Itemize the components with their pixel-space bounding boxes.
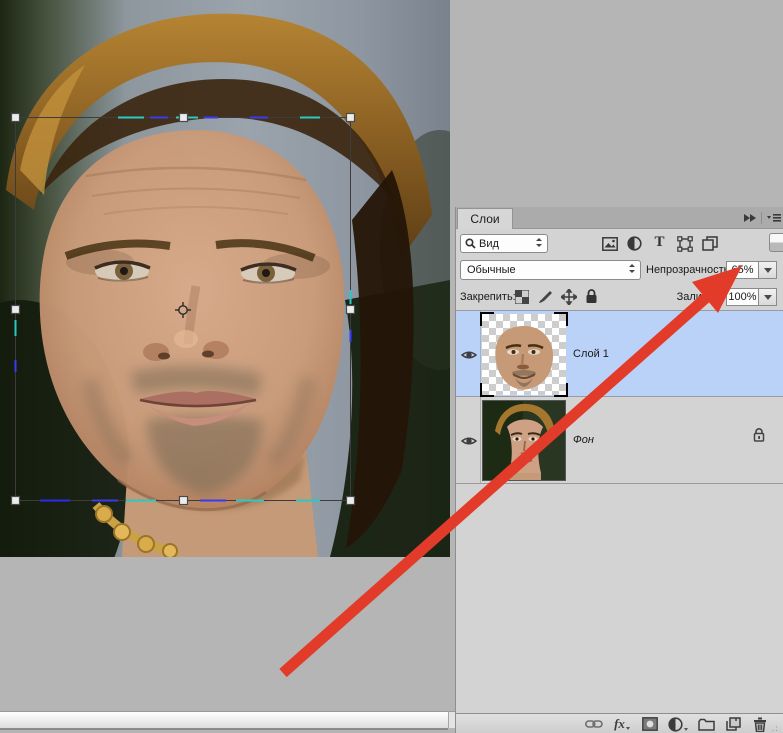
opacity-label: Непрозрачность: — [646, 264, 733, 276]
panel-bottom-bar: fx .: — [456, 713, 783, 733]
filter-type-select[interactable]: Вид — [460, 234, 548, 253]
spinner-icon — [628, 263, 636, 277]
panel-menu-icon[interactable] — [766, 211, 782, 225]
caret-icon — [684, 727, 688, 731]
selection-bracket — [480, 383, 494, 397]
pixel-layers-filter-icon[interactable] — [601, 235, 618, 252]
new-group-icon[interactable] — [696, 716, 716, 732]
caret-down-icon — [763, 267, 772, 273]
background-thumbnail[interactable] — [482, 400, 566, 481]
panel-resize-grip[interactable]: .: — [772, 724, 778, 733]
photoshop-workspace: Слои Вид T Обычные Непрозрачность: 65% З… — [0, 0, 783, 733]
layer-row-layer1[interactable]: Слой 1 — [456, 310, 783, 397]
right-eye — [240, 262, 297, 284]
layer1-thumbnail[interactable] — [480, 312, 568, 397]
filter-type-label: Вид — [479, 237, 499, 250]
new-adjustment-layer-icon[interactable] — [668, 716, 688, 732]
layer1-name[interactable]: Слой 1 — [573, 348, 609, 360]
lock-label: Закрепить: — [460, 291, 516, 303]
shape-layers-filter-icon[interactable] — [676, 235, 693, 252]
selection-bracket — [480, 312, 494, 326]
background-layer-name[interactable]: Фон — [573, 434, 594, 446]
scrollbar-shadow — [0, 728, 448, 730]
eye-icon[interactable] — [460, 348, 478, 366]
layer-filtering-toggle[interactable] — [769, 233, 783, 252]
background-thumbnail-portrait — [483, 401, 565, 480]
background-lock-icon — [752, 427, 766, 443]
search-icon — [465, 238, 476, 249]
type-layers-filter-icon[interactable]: T — [651, 234, 668, 251]
smart-objects-filter-icon[interactable] — [701, 235, 718, 252]
fill-value[interactable]: 100% — [726, 288, 759, 306]
document-canvas[interactable] — [0, 0, 500, 640]
blend-mode-select[interactable]: Обычные — [460, 260, 641, 280]
lock-all-icon[interactable] — [583, 288, 600, 305]
blend-mode-value: Обычные — [467, 264, 516, 276]
header-separator — [761, 212, 762, 224]
lock-image-pixels-icon[interactable] — [537, 288, 554, 305]
fill-label: Заливка: — [676, 291, 722, 303]
selection-bracket — [554, 383, 568, 397]
left-eye — [94, 260, 151, 282]
selection-bracket — [554, 312, 568, 326]
opacity-dropdown-button[interactable] — [758, 261, 777, 279]
lock-transparent-pixels-icon[interactable] — [513, 288, 530, 305]
new-layer-icon[interactable] — [723, 716, 743, 732]
tab-layers[interactable]: Слои — [457, 208, 513, 229]
layers-panel: Слои Вид T Обычные Непрозрачность: 65% З… — [455, 207, 783, 733]
caret-icon — [625, 726, 630, 730]
add-layer-mask-icon[interactable] — [640, 716, 660, 732]
opacity-value[interactable]: 65% — [726, 261, 759, 279]
caret-down-icon — [763, 294, 772, 300]
eye-icon[interactable] — [460, 434, 478, 452]
link-layers-icon[interactable] — [584, 716, 604, 732]
face-swap-image — [0, 0, 500, 640]
layer-style-icon[interactable]: fx — [612, 716, 632, 732]
spinner-icon — [535, 237, 543, 251]
delete-layer-icon[interactable] — [750, 716, 770, 732]
horizontal-scrollbar[interactable] — [0, 711, 448, 728]
panel-tab-bar: Слои — [456, 207, 783, 229]
layer-row-background[interactable]: Фон — [456, 397, 783, 484]
lock-position-icon[interactable] — [560, 288, 577, 305]
adjustment-layers-filter-icon[interactable] — [626, 235, 643, 252]
collapse-panel-icon[interactable] — [742, 211, 758, 225]
fill-dropdown-button[interactable] — [758, 288, 777, 306]
